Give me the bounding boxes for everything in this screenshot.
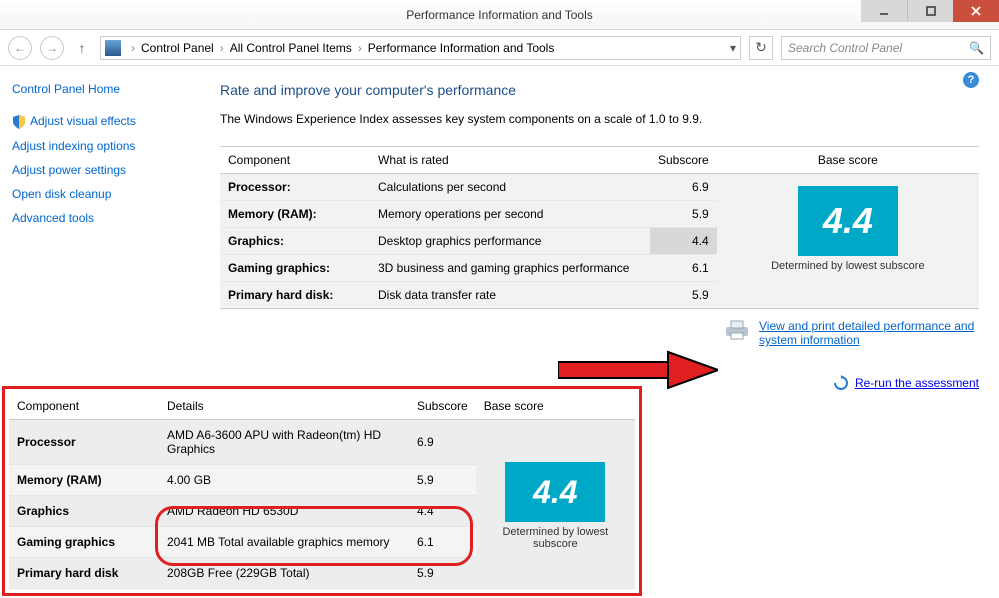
detail-subscore: 4.4	[409, 496, 476, 527]
control-panel-icon	[105, 40, 121, 56]
table-row: Processor: Calculations per second 6.9 4…	[220, 174, 979, 201]
shield-icon	[12, 115, 26, 129]
detail-component: Gaming graphics	[9, 527, 159, 558]
sidebar-link-indexing[interactable]: Adjust indexing options	[12, 139, 198, 153]
cell-rated: Memory operations per second	[370, 201, 650, 228]
detail-base-score-value: 4.4	[505, 462, 605, 522]
detail-header-details: Details	[159, 393, 409, 420]
cell-rated: Desktop graphics performance	[370, 228, 650, 255]
page-heading: Rate and improve your computer's perform…	[220, 82, 979, 98]
cell-component: Primary hard disk:	[220, 282, 370, 309]
detail-basescore-cell: 4.4 Determined by lowest subscore	[476, 420, 635, 589]
rerun-link[interactable]: Re-run the assessment	[855, 376, 979, 390]
breadcrumb[interactable]: › Control Panel › All Control Panel Item…	[100, 36, 741, 60]
navigation-bar: ← → ↑ › Control Panel › All Control Pane…	[0, 30, 999, 66]
detail-details: AMD A6-3600 APU with Radeon(tm) HD Graph…	[159, 420, 409, 465]
sidebar-link-disk-cleanup[interactable]: Open disk cleanup	[12, 187, 198, 201]
score-table: Component What is rated Subscore Base sc…	[220, 146, 979, 309]
cell-rated: Calculations per second	[370, 174, 650, 201]
detail-header-component: Component	[9, 393, 159, 420]
chevron-right-icon: ›	[354, 41, 366, 55]
detail-panel: Component Details Subscore Base score Pr…	[2, 386, 642, 596]
detail-row: Processor AMD A6-3600 APU with Radeon(tm…	[9, 420, 635, 465]
detail-subscore: 6.1	[409, 527, 476, 558]
close-button[interactable]	[953, 0, 999, 22]
cell-component: Processor:	[220, 174, 370, 201]
detail-component: Graphics	[9, 496, 159, 527]
forward-button[interactable]: →	[40, 36, 64, 60]
detail-header-subscore: Subscore	[409, 393, 476, 420]
maximize-icon	[926, 6, 936, 16]
chevron-down-icon[interactable]: ▾	[730, 41, 736, 55]
header-basescore: Base score	[717, 147, 979, 174]
chevron-right-icon: ›	[216, 41, 228, 55]
maximize-button[interactable]	[907, 0, 953, 22]
breadcrumb-item[interactable]: All Control Panel Items	[230, 41, 352, 55]
header-rated: What is rated	[370, 147, 650, 174]
sidebar-link-advanced-tools[interactable]: Advanced tools	[12, 211, 198, 225]
detail-base-score-caption: Determined by lowest subscore	[484, 526, 627, 550]
cell-subscore: 6.1	[650, 255, 717, 282]
search-input[interactable]: Search Control Panel 🔍	[781, 36, 991, 60]
cell-subscore: 5.9	[650, 282, 717, 309]
cell-subscore: 6.9	[650, 174, 717, 201]
refresh-icon	[833, 375, 849, 391]
detail-component: Memory (RAM)	[9, 465, 159, 496]
view-print-link[interactable]: View and print detailed performance and …	[759, 319, 979, 347]
back-button[interactable]: ←	[8, 36, 32, 60]
breadcrumb-item[interactable]: Control Panel	[141, 41, 214, 55]
window-controls	[861, 0, 999, 22]
cell-component: Memory (RAM):	[220, 201, 370, 228]
chevron-right-icon: ›	[127, 41, 139, 55]
cell-component: Graphics:	[220, 228, 370, 255]
close-icon	[970, 5, 982, 17]
breadcrumb-item[interactable]: Performance Information and Tools	[368, 41, 555, 55]
cell-subscore: 5.9	[650, 201, 717, 228]
view-print-row: View and print detailed performance and …	[220, 319, 979, 347]
basescore-cell: 4.4 Determined by lowest subscore	[717, 174, 979, 309]
header-component: Component	[220, 147, 370, 174]
header-subscore: Subscore	[650, 147, 717, 174]
sidebar-link-visual-effects[interactable]: Adjust visual effects	[12, 114, 198, 129]
cell-rated: Disk data transfer rate	[370, 282, 650, 309]
up-button[interactable]: ↑	[72, 38, 92, 58]
detail-details: 2041 MB Total available graphics memory	[159, 527, 409, 558]
detail-details: 208GB Free (229GB Total)	[159, 558, 409, 589]
help-icon[interactable]: ?	[963, 72, 979, 88]
annotation-arrow-icon	[558, 350, 718, 390]
cell-subscore-lowest: 4.4	[650, 228, 717, 255]
search-placeholder: Search Control Panel	[788, 41, 902, 55]
base-score-value: 4.4	[798, 186, 898, 256]
detail-component: Primary hard disk	[9, 558, 159, 589]
detail-subscore: 6.9	[409, 420, 476, 465]
page-description: The Windows Experience Index assesses ke…	[220, 112, 979, 126]
refresh-button[interactable]: ↻	[749, 36, 773, 60]
sidebar-link-power[interactable]: Adjust power settings	[12, 163, 198, 177]
printer-icon	[723, 319, 751, 341]
detail-subscore: 5.9	[409, 558, 476, 589]
cell-component: Gaming graphics:	[220, 255, 370, 282]
detail-component: Processor	[9, 420, 159, 465]
minimize-icon	[879, 6, 889, 16]
window-titlebar: Performance Information and Tools	[0, 0, 999, 30]
detail-details: 4.00 GB	[159, 465, 409, 496]
minimize-button[interactable]	[861, 0, 907, 22]
base-score-caption: Determined by lowest subscore	[725, 260, 971, 272]
search-icon: 🔍	[969, 41, 984, 55]
detail-header-basescore: Base score	[476, 393, 635, 420]
cell-rated: 3D business and gaming graphics performa…	[370, 255, 650, 282]
detail-table: Component Details Subscore Base score Pr…	[9, 393, 635, 589]
detail-subscore: 5.9	[409, 465, 476, 496]
detail-details: AMD Radeon HD 6530D	[159, 496, 409, 527]
control-panel-home-link[interactable]: Control Panel Home	[12, 82, 198, 96]
window-title: Performance Information and Tools	[406, 8, 593, 22]
